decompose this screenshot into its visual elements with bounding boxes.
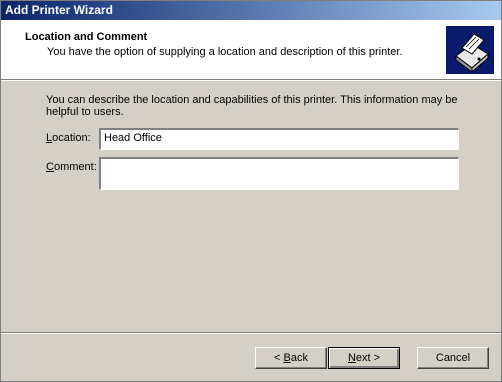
next-button-label: ext >: [355, 352, 381, 364]
next-button-hotkey: N: [347, 352, 356, 364]
location-value: Head Office: [104, 132, 162, 144]
add-printer-wizard-window: Add Printer Wizard Location and Comment …: [0, 0, 502, 382]
back-button-prefix: <: [274, 352, 284, 364]
back-button-label: ack: [290, 352, 308, 364]
printer-icon: [446, 26, 494, 74]
back-button[interactable]: < Back: [255, 347, 327, 369]
next-button[interactable]: Next >: [328, 347, 400, 369]
location-input[interactable]: Head Office: [99, 128, 459, 150]
comment-input[interactable]: [99, 157, 459, 190]
title-bar: Add Printer Wizard: [1, 1, 501, 20]
page-title: Location and Comment: [25, 31, 148, 43]
cancel-button-label: Cancel: [435, 352, 471, 364]
footer-divider-highlight: [1, 333, 501, 334]
wizard-header: Location and Comment You have the option…: [1, 20, 501, 80]
comment-label: Comment:: [46, 161, 97, 173]
location-label: Location:: [46, 132, 91, 144]
cancel-button[interactable]: Cancel: [417, 347, 489, 369]
page-subtitle: You have the option of supplying a locat…: [47, 46, 403, 58]
window-title: Add Printer Wizard: [5, 3, 113, 17]
header-divider: [1, 80, 501, 81]
back-button-hotkey: B: [283, 352, 291, 364]
description-text: You can describe the location and capabi…: [46, 94, 458, 118]
